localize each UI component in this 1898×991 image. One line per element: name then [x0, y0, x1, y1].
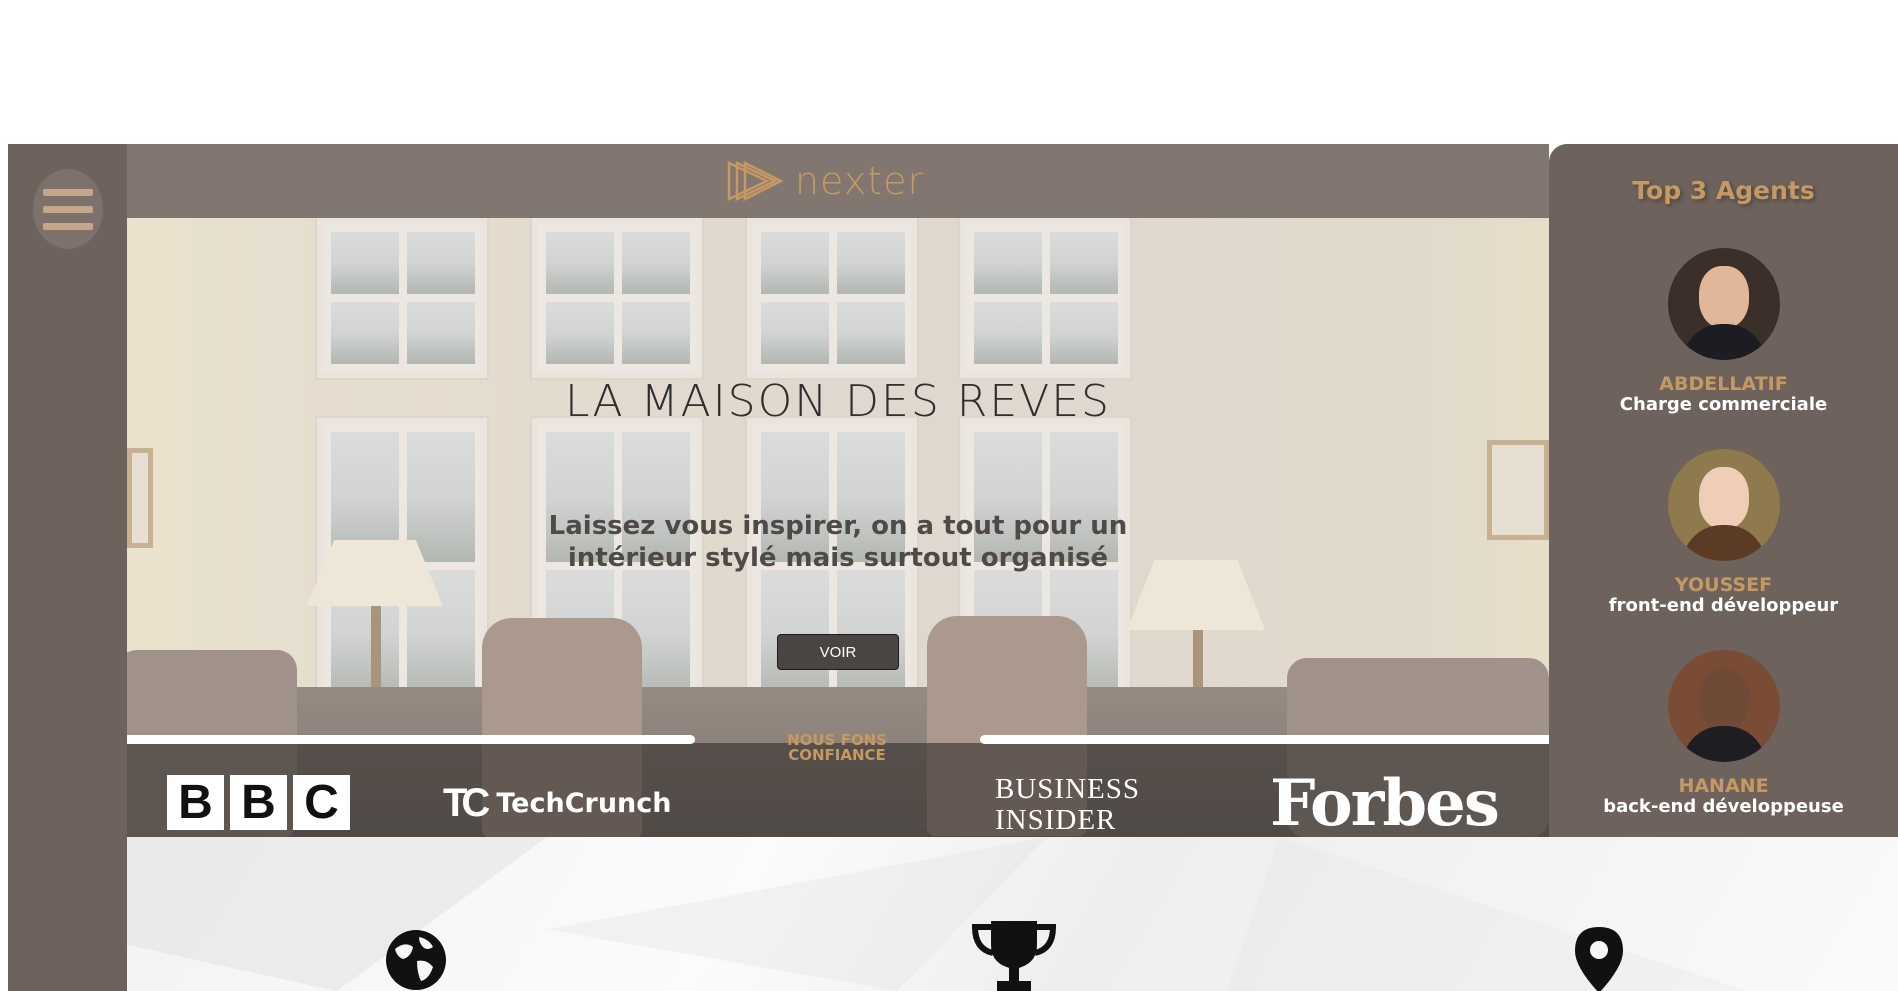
agents-title: Top 3 Agents — [1632, 176, 1815, 205]
voir-button[interactable]: VOIR — [777, 634, 899, 670]
hero-subtitle-line: Laissez vous inspirer, on a tout pour un — [548, 511, 1128, 541]
page: nexter LA MAISON DES REVES Laissez vous … — [0, 0, 1898, 991]
menu-line — [43, 188, 93, 196]
background-facet — [127, 837, 547, 991]
bbc-letter: B — [167, 775, 224, 830]
agent-name: YOUSSEF — [1674, 574, 1773, 596]
bbc-letter: C — [293, 775, 350, 830]
business-insider-line: BUSINESS — [995, 773, 1140, 805]
bbc-logo: B B C — [167, 775, 350, 830]
trust-divider-left — [127, 735, 695, 744]
logo-play-icon — [727, 160, 783, 202]
techcrunch-mark: TC — [443, 781, 490, 825]
header: nexter — [127, 144, 1549, 218]
avatar — [1667, 449, 1780, 561]
trophy-icon — [971, 921, 1057, 991]
avatar — [1667, 650, 1780, 762]
agent-card[interactable]: YOUSSEF front-end développeur — [1549, 449, 1898, 617]
avatar — [1667, 248, 1780, 360]
hero: LA MAISON DES REVES Laissez vous inspire… — [127, 218, 1549, 837]
forbes-logo: Forbes — [1270, 766, 1500, 837]
agent-name: HANANE — [1678, 775, 1769, 797]
techcrunch-logo: TC TechCrunch — [443, 781, 672, 825]
agent-role: back-end développeuse — [1603, 796, 1844, 817]
sidebar — [8, 144, 127, 991]
trust-label-line: CONFIANCE — [788, 746, 886, 764]
hamburger-menu-icon[interactable] — [33, 169, 103, 249]
logo-text: nexter — [794, 159, 925, 203]
features-section — [127, 837, 1898, 991]
logo[interactable]: nexter — [727, 159, 924, 203]
agents-panel: Top 3 Agents ABDELLATIF Charge commercia… — [1549, 144, 1898, 837]
bbc-letter: B — [230, 775, 287, 830]
agent-name: ABDELLATIF — [1659, 373, 1788, 395]
techcrunch-word: TechCrunch — [496, 787, 672, 819]
menu-line — [43, 222, 93, 230]
business-insider-logo: BUSINESS INSIDER — [995, 774, 1140, 836]
map-pin-icon — [1575, 927, 1623, 991]
hero-title: LA MAISON DES REVES — [565, 376, 1111, 427]
trust-divider-right — [980, 735, 1549, 744]
trust-label: NOUS FONS CONFIANCE — [687, 733, 987, 763]
agent-card[interactable]: ABDELLATIF Charge commerciale — [1549, 248, 1898, 416]
hero-subtitle-line: intérieur stylé mais surtout organisé — [567, 543, 1109, 573]
background-facet — [1227, 837, 1747, 991]
agent-role: front-end développeur — [1608, 595, 1839, 616]
menu-line — [43, 205, 93, 213]
agent-role: Charge commerciale — [1619, 394, 1828, 415]
globe-icon — [386, 930, 446, 990]
agent-card[interactable]: HANANE back-end développeuse — [1549, 650, 1898, 818]
hero-subtitle: Laissez vous inspirer, on a tout pour un… — [127, 510, 1549, 574]
business-insider-line: INSIDER — [995, 804, 1117, 836]
